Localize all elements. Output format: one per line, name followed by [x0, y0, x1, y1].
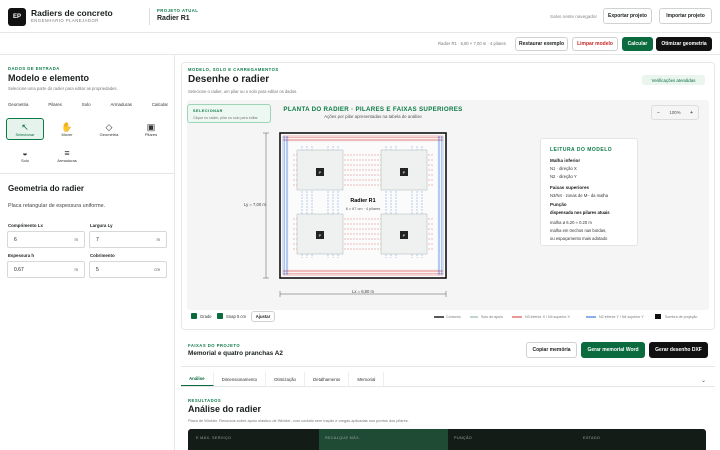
legend-y-bars: N2 inferior Y / N4 superior Y [599, 315, 644, 319]
chevron-down-icon[interactable]: ⌄ [701, 377, 706, 384]
legend-shadow: Sombra de projeção [665, 315, 698, 319]
legend-soil: Solo de apoio [481, 315, 503, 319]
results-title: Análise do radier [188, 404, 262, 414]
generate-word-button[interactable]: Gerar memorial Word [581, 342, 645, 358]
result-cell-settlement: RECALQUE MÁX. [325, 436, 361, 440]
legend-outline: Contorno [446, 315, 461, 319]
result-cell-punching: PUNÇÃO [454, 436, 473, 440]
results-tabs: Análise Dimensionamento Otimização Detal… [181, 372, 715, 387]
memorial-section-label: FAIXAS DO PROJETO [188, 343, 241, 348]
copy-memory-button[interactable]: Copiar memória [526, 342, 577, 358]
result-cell-status: ESTADO [583, 436, 601, 440]
result-cell-service: E MÁX. SERVIÇO [196, 436, 232, 440]
results-description: Placa de Winkler. Recursos sobre apoio e… [188, 418, 409, 423]
results-section-label: RESULTADOS [188, 398, 222, 403]
generate-dxf-button[interactable]: Gerar desenho DXF [649, 342, 708, 358]
tab-otimizacao[interactable]: Otimização [266, 372, 305, 386]
legend-x-bars: N3 inferior X / N4 superior X [525, 315, 570, 319]
memorial-title: Memorial e quatro pranchas A2 [188, 350, 283, 357]
tab-detalhamento[interactable]: Detalhamento [305, 372, 350, 386]
tab-dimensionamento[interactable]: Dimensionamento [214, 372, 267, 386]
tab-memorial[interactable]: Memorial [349, 372, 385, 386]
legend-swatch-shadow [655, 314, 661, 319]
tab-analise[interactable]: Análise [181, 372, 214, 386]
